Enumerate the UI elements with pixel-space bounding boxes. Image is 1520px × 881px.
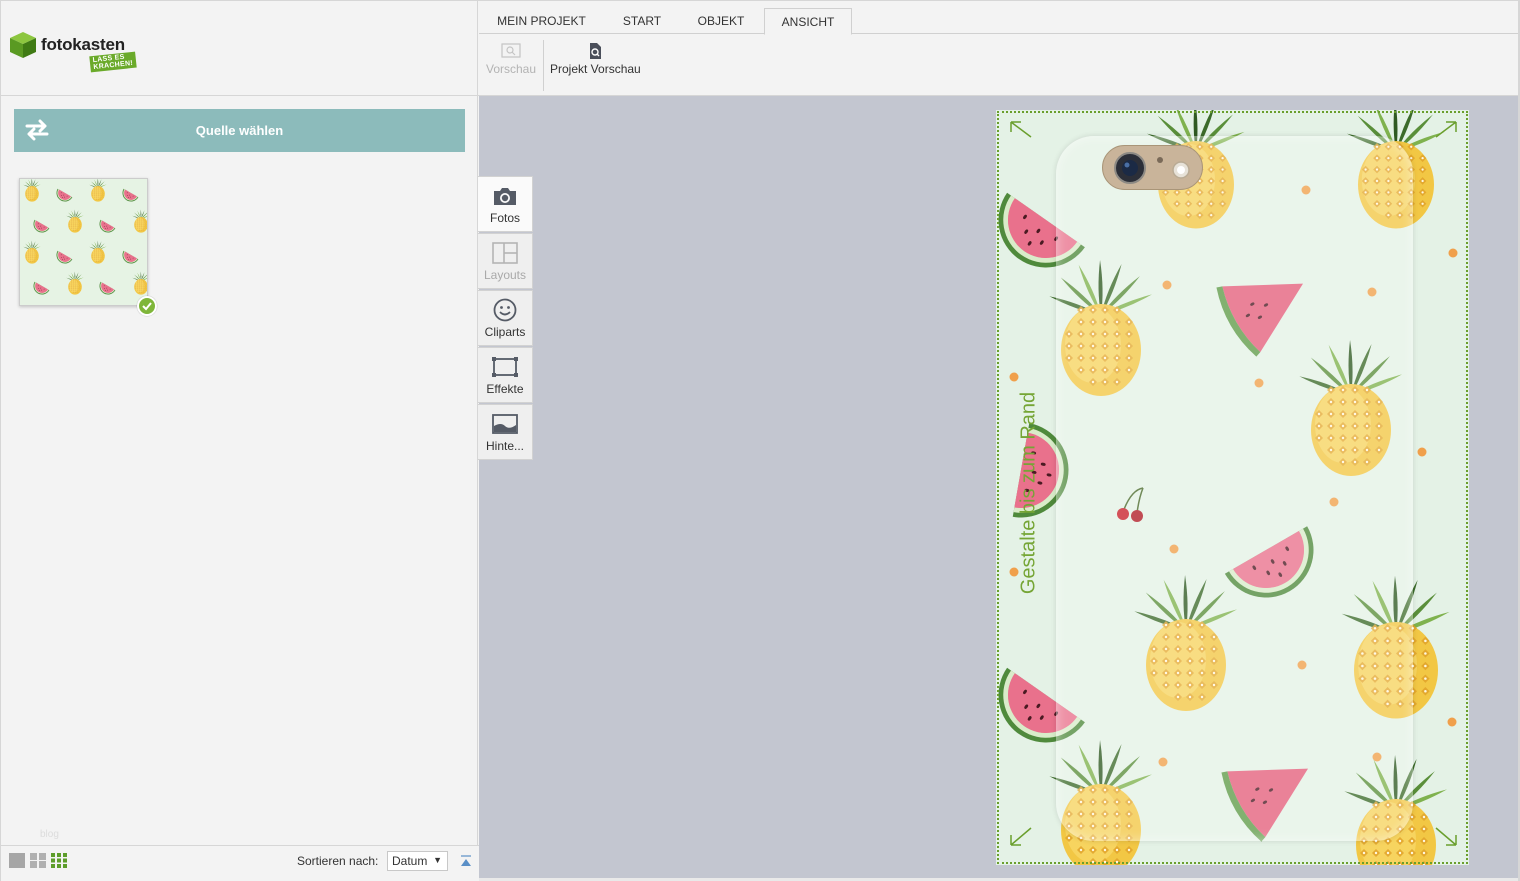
tool-hintergrund[interactable]: Hinte... [478,404,533,460]
photo-list-footer: Sortieren nach: Datum ▼ [1,845,479,881]
left-panel: fotokasten LASS ES KRACHEN! Quelle wähle… [0,0,479,881]
fruit-pattern-image [20,179,147,305]
dropdown-arrow-icon: ▼ [433,855,442,865]
tool-effekte-label: Effekte [486,382,524,396]
selected-check-icon [137,296,157,316]
background-icon [492,414,518,434]
project-preview-button[interactable]: Projekt Vorschau [550,42,641,76]
preview-label: Vorschau [486,62,537,76]
choose-source-label: Quelle wählen [195,123,284,138]
orange-dot [1417,447,1427,457]
sort-select[interactable]: Datum ▼ [387,851,448,871]
tool-effekte[interactable]: Effekte [478,347,533,403]
tool-layouts-label: Layouts [483,268,527,282]
photo-thumbnail[interactable] [19,178,148,306]
tab-objekt[interactable]: OBJEKT [684,8,758,34]
orange-dot [1448,248,1458,258]
orange-dot [1009,372,1019,382]
sort-label: Sortieren nach: [297,854,379,868]
camera-cutout [1102,145,1203,190]
tool-cliparts[interactable]: Cliparts [478,290,533,346]
large-view-icon[interactable] [9,853,25,868]
tab-mein-projekt[interactable]: MEIN PROJEKT [483,8,600,34]
medium-grid-icon[interactable] [30,853,46,868]
smiley-icon [493,298,517,322]
tool-fotos[interactable]: Fotos [478,176,533,232]
preview-icon [501,43,521,58]
layout-icon [492,242,518,264]
preview-button[interactable]: Vorschau [486,42,536,76]
frame-icon [492,357,518,377]
fotokasten-logo[interactable]: fotokasten LASS ES KRACHEN! [8,30,137,73]
camera-icon [494,188,516,205]
ribbon-divider [543,40,544,91]
document-search-icon [590,43,602,59]
sort-direction-icon[interactable] [460,855,472,867]
logo-area: fotokasten LASS ES KRACHEN! [1,0,479,96]
brand-name: fotokasten [41,35,125,54]
choose-source-button[interactable]: Quelle wählen [14,109,465,152]
tab-start[interactable]: START [607,8,677,34]
tool-hintergrund-label: Hinte... [485,439,524,453]
sort-selected-value: Datum [392,854,428,868]
blog-label: blog [40,829,59,840]
tab-ansicht[interactable]: ANSICHT [764,8,852,35]
tool-fotos-label: Fotos [489,211,520,225]
margin-hint-text: Gestalte bis zum Rand [1017,391,1040,595]
top-toolbar: MEIN PROJEKT START OBJEKT ANSICHT Vorsch… [479,0,1520,96]
tab-bar: MEIN PROJEKT START OBJEKT ANSICHT [479,8,1520,35]
swap-arrows-icon [25,119,49,141]
tool-layouts[interactable]: Layouts [478,233,533,289]
ribbon: Vorschau Projekt Vorschau [479,34,1520,96]
orange-dot [1447,717,1457,727]
small-grid-icon[interactable] [51,853,67,868]
cube-logo-icon [10,32,36,58]
tool-cliparts-label: Cliparts [484,325,526,339]
tool-palette: Fotos Layouts Cliparts Effekte Hinte... [478,176,534,461]
brand-slogan: LASS ES KRACHEN! [89,51,137,73]
phone-outline [1056,136,1413,841]
project-preview-label: Projekt Vorschau [550,62,641,76]
